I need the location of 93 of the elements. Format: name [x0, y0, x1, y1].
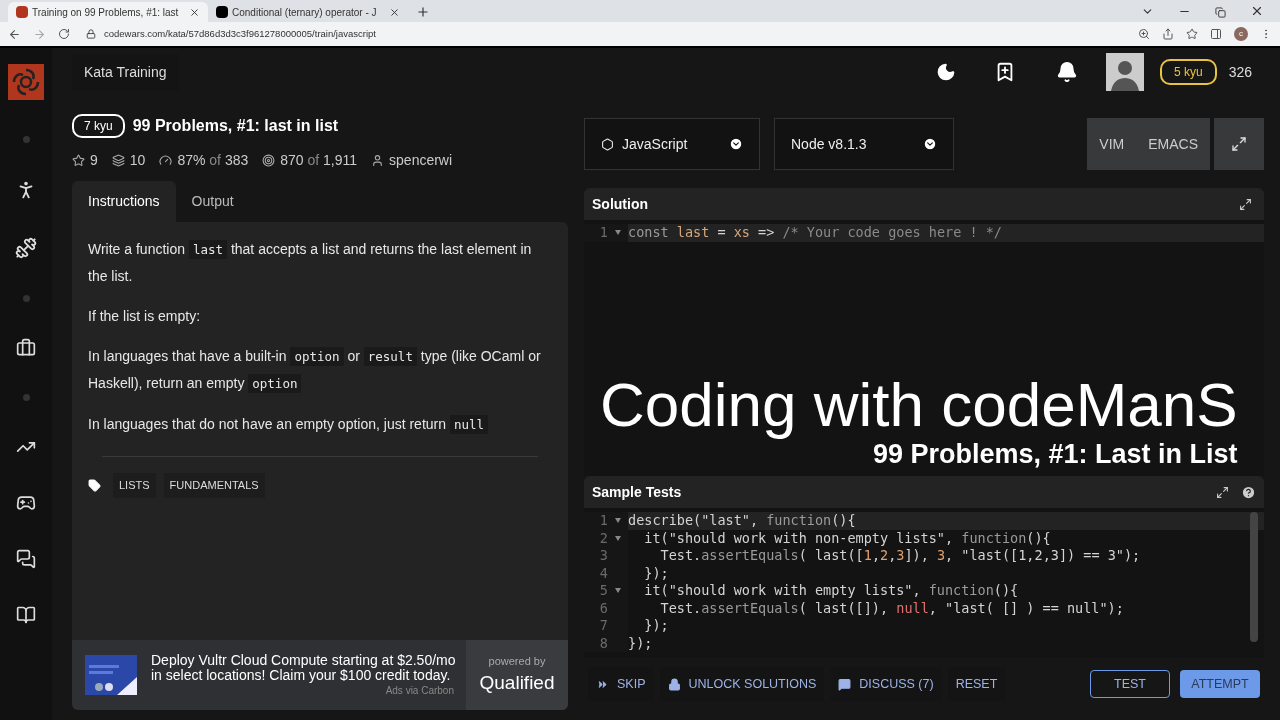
scrollbar[interactable] — [1250, 512, 1258, 642]
video-title: Coding with codeManS — [600, 372, 1238, 438]
chat-icon[interactable] — [16, 549, 36, 569]
test-button[interactable]: TEST — [1090, 670, 1170, 698]
tag-icon — [88, 478, 101, 492]
share-icon[interactable] — [1162, 28, 1174, 40]
bookmark-star-icon[interactable] — [1186, 28, 1198, 40]
fold-icon[interactable] — [615, 535, 621, 541]
fold-icon[interactable] — [615, 230, 621, 236]
zoom-icon[interactable] — [1138, 28, 1150, 40]
stat-text: 87% of 383 — [177, 151, 249, 170]
user-avatar[interactable] — [1105, 53, 1144, 91]
instruction-paragraph: In languages that do not have an empty option, just return null — [88, 411, 552, 438]
bell-icon[interactable] — [1055, 61, 1078, 83]
site-icon — [216, 6, 228, 18]
lock-icon — [667, 677, 681, 691]
expand-icon[interactable] — [1216, 485, 1229, 499]
code-line: Test.assertEquals( last([1,2,3]), 3, "last([1,2,3]) == 3"); — [659, 547, 1142, 565]
book-icon[interactable] — [16, 605, 36, 625]
code-line: Test.assertEquals( last([]), null, "last( [] ) == null"); — [659, 599, 1125, 617]
star-icon — [72, 154, 85, 167]
kata-title: 99 Problems, #1: last in list — [132, 116, 339, 136]
line-number: 1 — [598, 512, 608, 530]
code-line: it("should work with empty lists", function(){ — [643, 582, 1020, 600]
stat-text: 9 — [90, 151, 98, 170]
code-line: }); — [628, 634, 654, 652]
briefcase-icon[interactable] — [16, 338, 36, 358]
speech-bubble-icon — [838, 677, 852, 691]
help-icon[interactable] — [1241, 484, 1256, 500]
panel-tab[interactable]: Output — [175, 181, 250, 222]
expand-icon[interactable] — [1239, 197, 1252, 211]
restore-icon[interactable] — [1215, 7, 1226, 18]
logo-icon[interactable] — [8, 64, 44, 100]
attempt-button[interactable]: ATTEMPT — [1180, 670, 1260, 698]
brand-name[interactable]: Qualified — [479, 669, 555, 698]
line-number: 5 — [598, 582, 608, 600]
stat-text: 870 of 1,911 — [280, 151, 358, 170]
line-number: 4 — [598, 564, 608, 582]
code-line: it("should work with non-empty lists", function(){ — [643, 529, 1052, 547]
line-number: 7 — [598, 617, 608, 635]
powered-by-text: powered by — [488, 653, 546, 669]
moon-icon[interactable] — [935, 62, 956, 82]
gauge-icon — [159, 154, 173, 167]
stat-text: 10 — [129, 151, 146, 170]
tab-title: Conditional (ternary) operator - J — [232, 5, 378, 20]
close-icon[interactable] — [1250, 4, 1264, 18]
new-tab-icon[interactable] — [416, 5, 430, 19]
user-icon — [371, 154, 385, 167]
ad-text[interactable]: Deploy Vultr Cloud Compute starting at $2.50/mo in select locations! Claim your $100 credit today. — [151, 652, 466, 683]
fullscreen-button[interactable] — [1214, 118, 1264, 170]
target-icon — [262, 154, 276, 167]
line-number: 2 — [598, 529, 608, 547]
tag[interactable]: LISTS — [113, 473, 156, 498]
side-panel-icon[interactable] — [1210, 28, 1222, 40]
rank-badge: 5 kyu — [1159, 59, 1217, 85]
kyu-badge: 7 kyu — [72, 114, 125, 138]
layers-icon — [111, 154, 125, 167]
hexagon-icon — [601, 137, 614, 151]
code-line: }); — [643, 617, 670, 635]
line-number: 1 — [598, 224, 608, 242]
editor-title: Sample Tests — [592, 482, 683, 502]
reload-icon[interactable] — [58, 28, 70, 40]
language-select[interactable]: JavaScript — [584, 118, 760, 170]
instruction-paragraph: If the list is empty: — [88, 307, 202, 326]
ad-source[interactable]: Ads via Carbon — [385, 682, 454, 698]
expand-icon — [1231, 136, 1247, 152]
instruction-paragraph: Write a function last that accepts a list and returns the last element in the list. — [88, 239, 533, 286]
line-number: 8 — [598, 634, 608, 652]
panel-tab[interactable]: Instructions — [72, 181, 176, 222]
mode-button[interactable]: VIM — [1087, 118, 1137, 170]
runtime-select[interactable]: Node v8.1.3 — [774, 118, 954, 170]
profile-avatar[interactable]: c — [1234, 27, 1248, 41]
fold-icon[interactable] — [615, 518, 621, 524]
back-icon[interactable] — [8, 27, 21, 41]
close-icon[interactable] — [189, 6, 200, 18]
tag[interactable]: FUNDAMENTALS — [163, 473, 265, 498]
line-number: 3 — [598, 547, 608, 565]
fold-icon[interactable] — [615, 588, 621, 594]
chevron-down-icon — [729, 137, 743, 151]
tab-title: Training on 99 Problems, #1: last — [32, 5, 180, 20]
honor-count: 326 — [1228, 62, 1252, 82]
close-icon[interactable] — [389, 6, 400, 18]
editor-title: Solution — [592, 194, 649, 214]
browser-tab[interactable]: Conditional (ternary) operator - J — [208, 2, 408, 22]
mode-button[interactable]: EMACS — [1136, 118, 1210, 170]
site-icon — [16, 6, 28, 18]
instruction-paragraph: In languages that have a built-in option or result type (like OCaml or Haskell), return an empty option — [88, 346, 542, 395]
browser-tab[interactable]: Training on 99 Problems, #1: last — [8, 2, 208, 22]
code-line: }); — [643, 564, 670, 582]
chevron-down-icon — [923, 137, 937, 151]
stat-text: spencerwi — [389, 151, 453, 170]
video-subtitle: 99 Problems, #1: Last in List — [872, 438, 1238, 470]
line-number: 6 — [598, 599, 608, 617]
